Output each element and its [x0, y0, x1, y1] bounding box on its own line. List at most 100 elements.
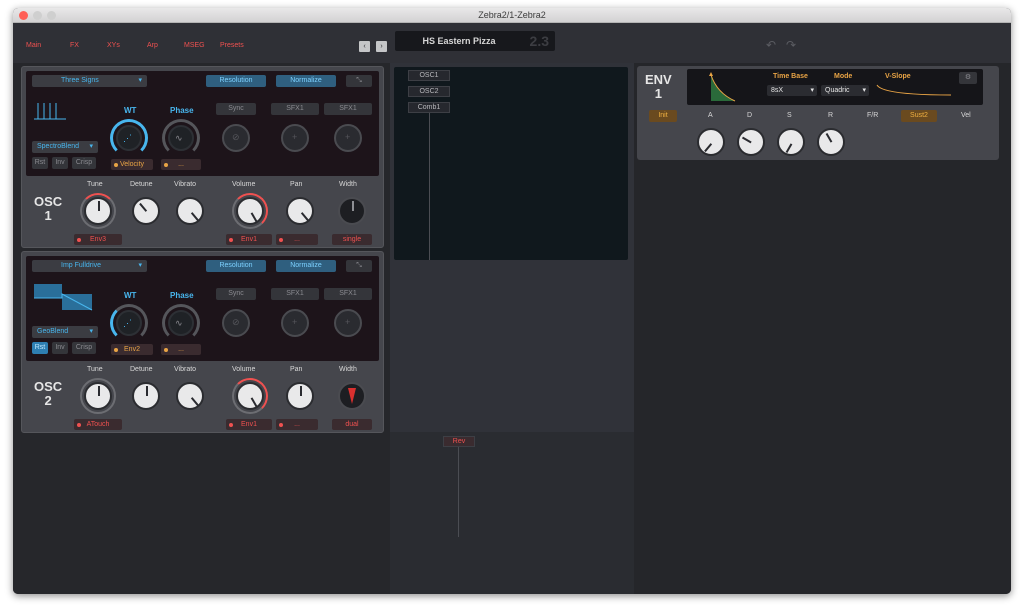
osc1-normalize-button[interactable]: Normalize — [276, 75, 336, 87]
osc2-blend-dropdown[interactable]: GeoBlend ▾ — [32, 326, 98, 338]
redo-icon[interactable]: ↷ — [786, 38, 796, 52]
envelope-column: ENV 1 Time Base Mode V-Slope 8sX ▾ Quadric… — [634, 63, 1011, 594]
menu-mseg[interactable]: MSEG — [184, 42, 205, 49]
chevron-down-icon: ▾ — [138, 77, 142, 84]
osc2-phase-knob[interactable]: ∿ — [168, 310, 194, 336]
osc2-sfx1-button-b[interactable]: SFX1 — [324, 288, 372, 300]
osc2-phase-mod-source[interactable]: ... — [161, 344, 201, 355]
osc2-pan-mod-source[interactable]: ... — [276, 419, 318, 430]
osc2-sfx1-knob-b[interactable]: + — [334, 309, 362, 337]
osc2-wt-label: WT — [124, 291, 137, 300]
osc2-tune-knob[interactable] — [84, 382, 112, 410]
osc2-sync-knob[interactable]: ⊘ — [222, 309, 250, 337]
osc2-detune-knob[interactable] — [132, 382, 160, 410]
synth-grid[interactable]: OSC1 OSC2 Comb1 — [394, 67, 628, 260]
env1-velocity-label: Vel — [961, 112, 971, 119]
env1-init-button[interactable]: Init — [649, 110, 677, 122]
plugin-window: Zebra2/1-Zebra2 Main FX XYs Arp MSEG Pre… — [13, 8, 1011, 594]
osc2-wt-knob[interactable]: ⋰ — [116, 310, 142, 336]
osc2-vibrato-knob[interactable] — [176, 382, 204, 410]
env1-time-base-dropdown[interactable]: 8sX ▾ — [767, 85, 817, 96]
env1-fr-label: F/R — [867, 112, 879, 119]
env1-sustain-label: S — [787, 112, 792, 119]
osc2-pan-knob[interactable] — [286, 382, 314, 410]
osc1-panel: Three Signs ▾ Resolution Normalize ⤡ WT … — [21, 66, 384, 248]
osc1-collapse-icon[interactable]: ⤡ — [346, 75, 372, 87]
osc1-sfx1-button-b[interactable]: SFX1 — [324, 103, 372, 115]
osc2-detune-label: Detune — [130, 366, 153, 373]
grid-slot-osc1[interactable]: OSC1 — [408, 70, 450, 81]
osc1-wt-knob[interactable]: ⋰ — [116, 125, 142, 151]
osc2-rst-button[interactable]: Rst — [32, 342, 48, 354]
osc2-collapse-icon[interactable]: ⤡ — [346, 260, 372, 272]
osc1-sync-knob[interactable]: ⊘ — [222, 124, 250, 152]
env1-sustain-knob[interactable] — [777, 128, 805, 156]
osc2-waveform-dropdown[interactable]: Imp Fulldrive ▾ — [32, 260, 147, 272]
osc1-width-knob[interactable] — [338, 197, 366, 225]
osc1-rst-button[interactable]: Rst — [32, 157, 48, 169]
preset-display[interactable]: HS Eastern Pizza 2.3 — [395, 31, 555, 51]
grid-slot-osc2[interactable]: OSC2 — [408, 86, 450, 97]
osc1-detune-knob[interactable] — [132, 197, 160, 225]
osc1-vibrato-knob[interactable] — [176, 197, 204, 225]
env1-mode-dropdown[interactable]: Quadric ▾ — [821, 85, 869, 96]
settings-gear-icon[interactable]: ⚙ — [959, 72, 977, 84]
preset-name: HS Eastern Pizza — [422, 36, 496, 46]
env1-attack-label: A — [708, 112, 713, 119]
osc2-volume-mod-source[interactable]: Env1 — [226, 419, 272, 430]
undo-icon[interactable]: ↶ — [766, 38, 776, 52]
menu-fx[interactable]: FX — [70, 42, 79, 49]
env1-release-knob[interactable] — [817, 128, 845, 156]
routing-column: OSC1 OSC2 Comb1 Rev — [390, 63, 634, 594]
osc2-sync-button[interactable]: Sync — [216, 288, 256, 300]
menu-xys[interactable]: XYs — [107, 42, 120, 49]
osc1-resolution-button[interactable]: Resolution — [206, 75, 266, 87]
osc1-crisp-button[interactable]: Crisp — [72, 157, 96, 169]
osc1-phase-knob[interactable]: ∿ — [168, 125, 194, 151]
osc1-sfx1-knob-b[interactable]: + — [334, 124, 362, 152]
osc1-width-mode[interactable]: single — [332, 234, 372, 245]
osc1-blend-dropdown[interactable]: SpectroBlend ▾ — [32, 141, 98, 153]
next-preset-button[interactable]: › — [376, 41, 387, 52]
osc2-resolution-button[interactable]: Resolution — [206, 260, 266, 272]
osc1-wt-mod-source[interactable]: Velocity — [111, 159, 153, 170]
menu-main[interactable]: Main — [26, 42, 41, 49]
link-icon: ⊘ — [232, 132, 240, 142]
env1-attack-knob[interactable] — [697, 128, 725, 156]
osc1-phase-mod-source[interactable]: ... — [161, 159, 201, 170]
osc2-width-label: Width — [339, 366, 357, 373]
fx-slot-rev[interactable]: Rev — [443, 436, 475, 447]
osc2-width-mode[interactable]: dual — [332, 419, 372, 430]
osc1-pan-mod-source[interactable]: ... — [276, 234, 318, 245]
env1-decay-knob[interactable] — [737, 128, 765, 156]
osc1-pan-knob[interactable] — [286, 197, 314, 225]
osc1-tune-knob[interactable] — [84, 197, 112, 225]
env1-vslope-curve[interactable] — [875, 83, 953, 97]
osc1-sfx1-knob-a[interactable]: + — [281, 124, 309, 152]
previous-preset-button[interactable]: ‹ — [359, 41, 370, 52]
osc2-sfx1-knob-a[interactable]: + — [281, 309, 309, 337]
osc1-volume-knob[interactable] — [236, 197, 264, 225]
osc2-tune-mod-source[interactable]: ATouch — [74, 419, 122, 430]
osc1-detune-label: Detune — [130, 181, 153, 188]
osc1-tune-mod-source[interactable]: Env3 — [74, 234, 122, 245]
osc2-normalize-button[interactable]: Normalize — [276, 260, 336, 272]
osc2-wt-mod-source[interactable]: Env2 — [111, 344, 153, 355]
osc2-sfx1-button-a[interactable]: SFX1 — [271, 288, 319, 300]
osc2-width-knob[interactable] — [338, 382, 366, 410]
menu-arp[interactable]: Arp — [147, 42, 158, 49]
osc2-crisp-button[interactable]: Crisp — [72, 342, 96, 354]
fx-grid[interactable]: Rev — [390, 432, 634, 594]
osc1-waveform-dropdown[interactable]: Three Signs ▾ — [32, 75, 147, 87]
osc1-sfx1-button-a[interactable]: SFX1 — [271, 103, 319, 115]
osc2-volume-knob[interactable] — [236, 382, 264, 410]
osc1-volume-mod-source[interactable]: Env1 — [226, 234, 272, 245]
env1-sustain-mode-button[interactable]: Sust2 — [901, 110, 937, 122]
osc1-sync-button[interactable]: Sync — [216, 103, 256, 115]
osc1-inv-button[interactable]: Inv — [52, 157, 68, 169]
osc1-wt-label: WT — [124, 106, 137, 115]
osc2-waveform-label: Imp Fulldrive — [61, 262, 102, 269]
osc2-inv-button[interactable]: Inv — [52, 342, 68, 354]
grid-slot-comb1[interactable]: Comb1 — [408, 102, 450, 113]
menu-presets[interactable]: Presets — [220, 42, 244, 49]
